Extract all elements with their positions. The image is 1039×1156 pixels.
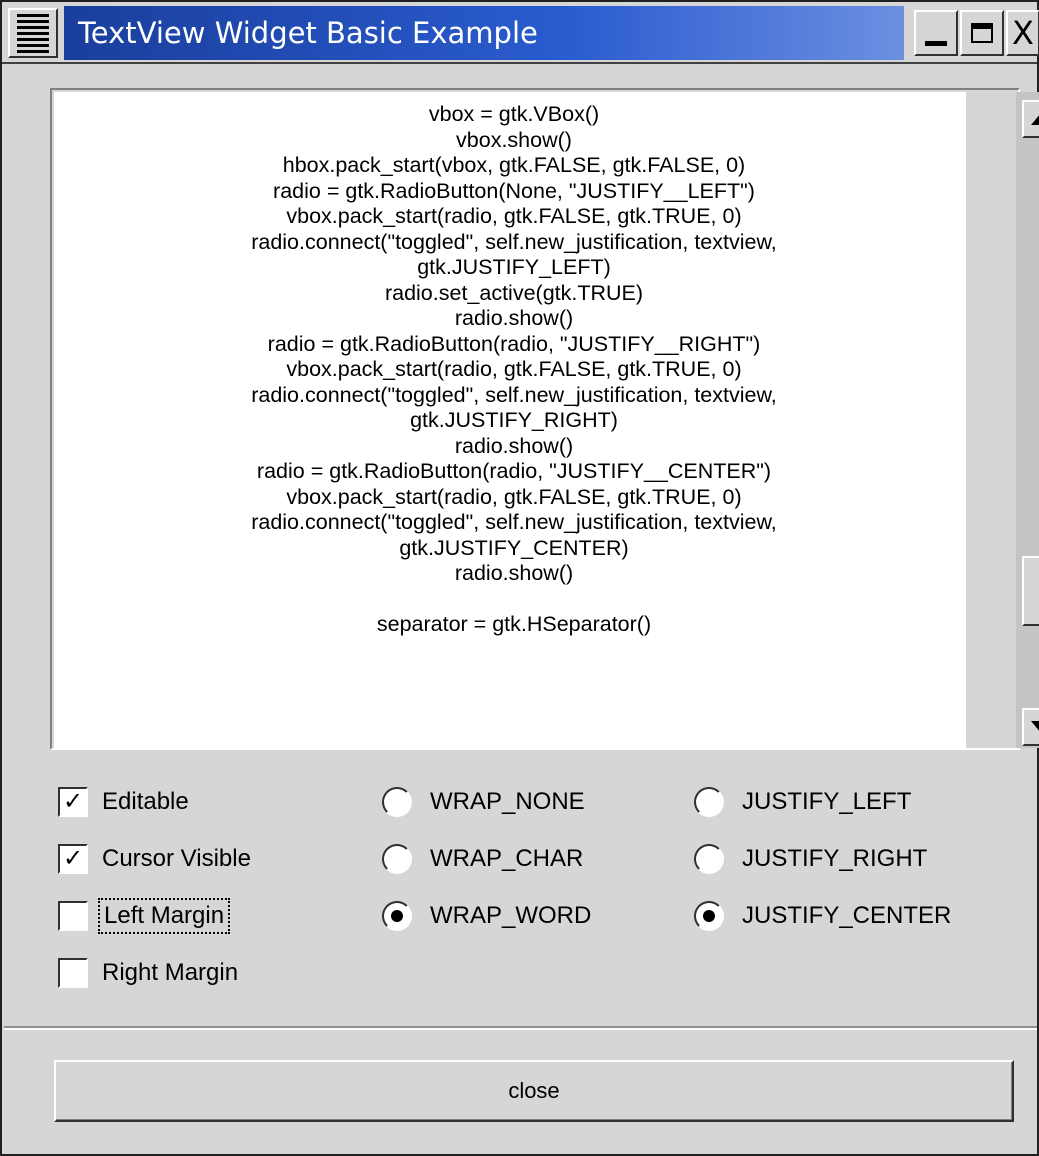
check-icon [70, 904, 77, 928]
text-line: radio.show() [454, 306, 574, 330]
radio-wrap-none[interactable]: WRAP_NONE [382, 782, 585, 822]
text-line: radio.show() [454, 561, 574, 585]
radio-circle[interactable] [694, 787, 724, 817]
radio-wrap-word[interactable]: WRAP_WORD [382, 896, 591, 936]
text-line: radio = gtk.RadioButton(radio, "JUSTIFY_… [267, 331, 761, 356]
window-title: TextView Widget Basic Example [64, 6, 904, 60]
text-line: radio = gtk.RadioButton(radio, "JUSTIFY_… [256, 459, 772, 483]
radio-wrap-char[interactable]: WRAP_CHAR [382, 839, 583, 879]
vertical-scrollbar[interactable] [1016, 92, 1039, 748]
radio-circle[interactable] [382, 901, 412, 931]
maximize-icon [971, 23, 993, 43]
radio-label: JUSTIFY_CENTER [742, 902, 952, 929]
close-button[interactable]: close [54, 1060, 1014, 1122]
scroll-down-button[interactable] [1022, 708, 1039, 746]
text-line: radio.set_active(gtk.TRUE) [384, 280, 644, 305]
checkbox-editable[interactable]: ✓ Editable [58, 782, 189, 822]
text-line: vbox = gtk.VBox() [428, 102, 600, 126]
arrow-down-icon [1031, 721, 1039, 733]
text-line: vbox.pack_start(radio, gtk.FALSE, gtk.TR… [286, 204, 742, 228]
radio-justify-center[interactable]: JUSTIFY_CENTER [694, 896, 951, 936]
checkbox-label: Cursor Visible [102, 845, 251, 872]
text-view[interactable]: vbox = gtk.VBox() vbox.show() hbox.pack_st… [54, 92, 966, 748]
checkbox-box[interactable] [58, 958, 88, 988]
horizontal-separator [4, 1026, 1037, 1030]
text-line: hbox.pack_start(vbox, gtk.FALSE, gtk.FAL… [282, 153, 746, 177]
text-line: vbox.pack_start(radio, gtk.FALSE, gtk.TR… [286, 484, 742, 509]
radio-dot [391, 910, 403, 922]
radio-justify-right[interactable]: JUSTIFY_RIGHT [694, 839, 927, 879]
scroll-up-button[interactable] [1022, 100, 1039, 138]
radio-circle[interactable] [694, 901, 724, 931]
text-line: gtk.JUSTIFY_CENTER) [399, 535, 629, 560]
radio-justify-left[interactable]: JUSTIFY_LEFT [694, 782, 911, 822]
radio-circle[interactable] [694, 844, 724, 874]
minimize-icon [925, 40, 947, 46]
arrow-up-icon [1031, 113, 1039, 125]
text-line: radio.connect("toggled", self.new_justif… [251, 510, 777, 534]
radio-label: JUSTIFY_RIGHT [742, 845, 928, 872]
radio-circle[interactable] [382, 787, 412, 817]
text-content: vbox = gtk.VBox() vbox.show() hbox.pack_st… [54, 102, 966, 638]
checkbox-box[interactable]: ✓ [58, 844, 88, 874]
app-window: TextView Widget Basic Example X vbox = g… [0, 0, 1039, 1156]
checkbox-box[interactable]: ✓ [58, 787, 88, 817]
text-line: radio = gtk.RadioButton(None, "JUSTIFY__… [273, 178, 755, 203]
minimize-button[interactable] [914, 10, 958, 56]
check-icon: ✓ [62, 845, 84, 872]
checkbox-left-margin[interactable]: Left Margin [58, 896, 231, 936]
text-line: vbox.pack_start(radio, gtk.FALSE, gtk.TR… [286, 357, 742, 381]
text-line: radio.connect("toggled", self.new_justif… [251, 229, 777, 254]
text-line: separator = gtk.HSeparator() [376, 612, 652, 636]
radio-label: WRAP_WORD [430, 902, 592, 929]
text-line: radio.connect("toggled", self.new_justif… [251, 382, 777, 407]
checkbox-label: Right Margin [102, 959, 239, 986]
check-icon [70, 961, 77, 985]
text-line: gtk.JUSTIFY_RIGHT) [410, 408, 618, 432]
radio-label: JUSTIFY_LEFT [742, 788, 912, 815]
radio-label: WRAP_NONE [430, 788, 585, 815]
text-line: radio.show() [454, 433, 574, 458]
radio-circle[interactable] [382, 844, 412, 874]
radio-dot [703, 910, 715, 922]
radio-label: WRAP_CHAR [430, 845, 584, 872]
checkbox-box[interactable] [58, 901, 88, 931]
text-line: vbox.show() [456, 127, 572, 152]
checkbox-label: Left Margin [97, 898, 231, 934]
text-line [62, 587, 966, 613]
maximize-button[interactable] [960, 10, 1004, 56]
text-view-frame: vbox = gtk.VBox() vbox.show() hbox.pack_st… [50, 88, 1039, 750]
checkbox-label: Editable [102, 788, 189, 815]
title-bar: TextView Widget Basic Example X [2, 2, 1039, 64]
check-icon: ✓ [62, 788, 84, 815]
close-window-button[interactable]: X [1006, 10, 1039, 56]
close-icon: X [1012, 14, 1034, 52]
checkbox-right-margin[interactable]: Right Margin [58, 953, 238, 993]
window-menu-icon[interactable] [8, 8, 58, 58]
scroll-thumb[interactable] [1022, 556, 1039, 626]
text-line: gtk.JUSTIFY_LEFT) [417, 255, 611, 279]
checkbox-cursor-visible[interactable]: ✓ Cursor Visible [58, 839, 251, 879]
